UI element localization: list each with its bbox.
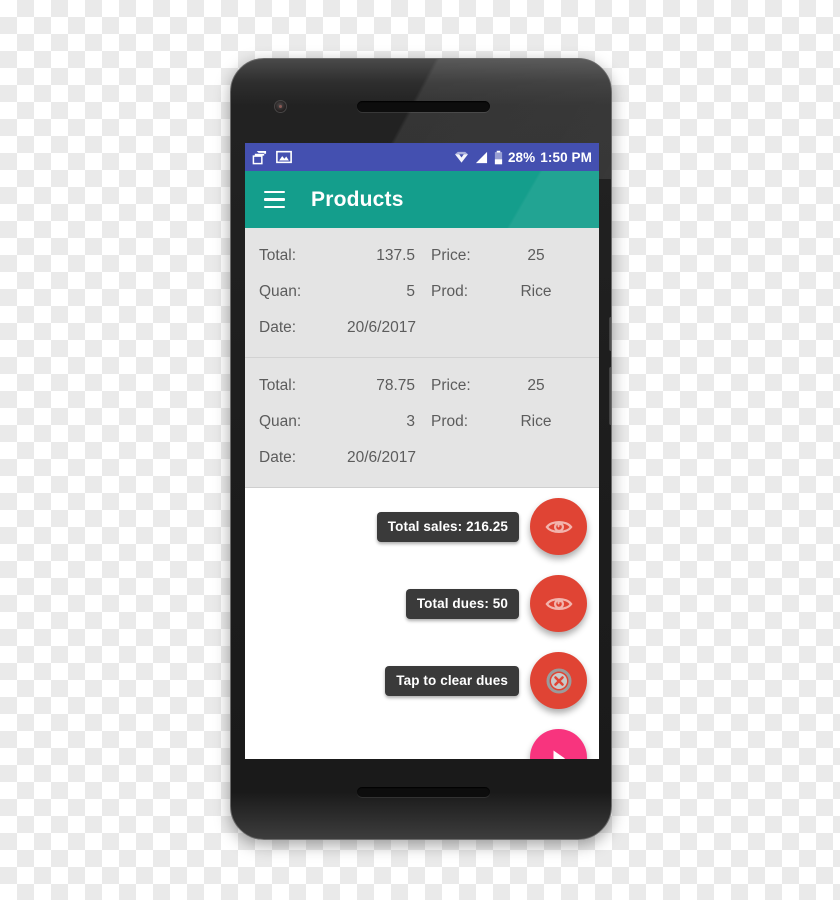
date-value: 20/6/2017 xyxy=(347,449,416,466)
earpiece-speaker xyxy=(357,101,490,112)
date-label: Date: xyxy=(259,319,297,336)
phone-screen: 28% 1:50 PM Products Total: 137.5 Price:… xyxy=(245,143,599,759)
clear-dues-tooltip: Tap to clear dues xyxy=(385,665,519,696)
fab-action-area: Total sales: 216.25 Total dues: 50 Tap t… xyxy=(245,488,599,759)
copy-stack-icon xyxy=(252,150,267,165)
price-value: 25 xyxy=(527,247,545,264)
total-value: 78.75 xyxy=(376,377,415,394)
hamburger-bar xyxy=(264,190,285,194)
front-camera-icon xyxy=(275,101,286,112)
price-value: 25 xyxy=(527,377,545,394)
price-label: Price: xyxy=(431,247,471,264)
row-line-quan-prod: Quan: 5 Prod: Rice xyxy=(245,274,599,310)
price-label: Price: xyxy=(431,377,471,394)
bottom-speaker-grille xyxy=(357,787,490,797)
phone-body: 28% 1:50 PM Products Total: 137.5 Price:… xyxy=(230,58,612,840)
prod-label: Prod: xyxy=(431,283,469,300)
status-bar: 28% 1:50 PM xyxy=(245,143,599,171)
quan-value: 3 xyxy=(406,413,415,430)
total-label: Total: xyxy=(259,247,297,264)
volume-button[interactable] xyxy=(609,367,611,425)
hamburger-menu-icon[interactable] xyxy=(264,190,285,209)
eye-icon xyxy=(544,594,573,614)
quan-value: 5 xyxy=(406,283,415,300)
total-dues-tooltip: Total dues: 50 xyxy=(405,588,519,619)
quan-label: Quan: xyxy=(259,283,302,300)
total-sales-tooltip: Total sales: 216.25 xyxy=(376,511,519,542)
row-line-total-price: Total: 137.5 Price: 25 xyxy=(245,238,599,274)
row-line-quan-prod: Quan: 3 Prod: Rice xyxy=(245,404,599,440)
date-label: Date: xyxy=(259,449,297,466)
signal-bars-icon xyxy=(474,151,489,164)
table-row[interactable]: Total: 78.75 Price: 25 Quan: 3 Prod: Ric… xyxy=(245,358,599,488)
total-value: 137.5 xyxy=(376,247,415,264)
primary-action-fab[interactable] xyxy=(530,729,587,759)
power-button[interactable] xyxy=(609,317,611,351)
hamburger-bar xyxy=(264,198,285,201)
clear-dues-fab[interactable] xyxy=(530,652,587,709)
eye-icon xyxy=(544,517,573,537)
prod-value: Rice xyxy=(520,283,552,300)
status-bar-left-icons xyxy=(252,150,292,165)
photo-image-icon xyxy=(276,150,292,164)
prod-label: Prod: xyxy=(431,413,469,430)
row-line-total-price: Total: 78.75 Price: 25 xyxy=(245,368,599,404)
fab-row-total-sales: Total sales: 216.25 xyxy=(376,498,587,555)
page-title: Products xyxy=(311,187,404,211)
fab-row-primary-action xyxy=(530,729,587,759)
row-line-date: Date: 20/6/2017 xyxy=(245,440,599,476)
fab-row-total-dues: Total dues: 50 xyxy=(405,575,587,632)
phone-device-frame: 28% 1:50 PM Products Total: 137.5 Price:… xyxy=(230,58,612,840)
play-cursor-icon xyxy=(548,747,570,759)
date-value: 20/6/2017 xyxy=(347,319,416,336)
status-bar-right-icons: 28% 1:50 PM xyxy=(454,150,592,165)
total-label: Total: xyxy=(259,377,297,394)
total-dues-fab[interactable] xyxy=(530,575,587,632)
close-circle-icon xyxy=(545,667,573,695)
hamburger-bar xyxy=(264,205,285,209)
prod-value: Rice xyxy=(520,413,552,430)
app-bar: Products xyxy=(245,171,599,228)
battery-percent-label: 28% xyxy=(507,149,536,165)
product-list: Total: 137.5 Price: 25 Quan: 5 Prod: Ric… xyxy=(245,228,599,488)
table-row[interactable]: Total: 137.5 Price: 25 Quan: 5 Prod: Ric… xyxy=(245,228,599,358)
clock-label: 1:50 PM xyxy=(540,149,592,165)
total-sales-fab[interactable] xyxy=(530,498,587,555)
fab-row-clear-dues: Tap to clear dues xyxy=(385,652,587,709)
row-line-date: Date: 20/6/2017 xyxy=(245,310,599,346)
quan-label: Quan: xyxy=(259,413,302,430)
wifi-diamond-icon xyxy=(454,151,469,164)
battery-icon xyxy=(494,150,503,165)
